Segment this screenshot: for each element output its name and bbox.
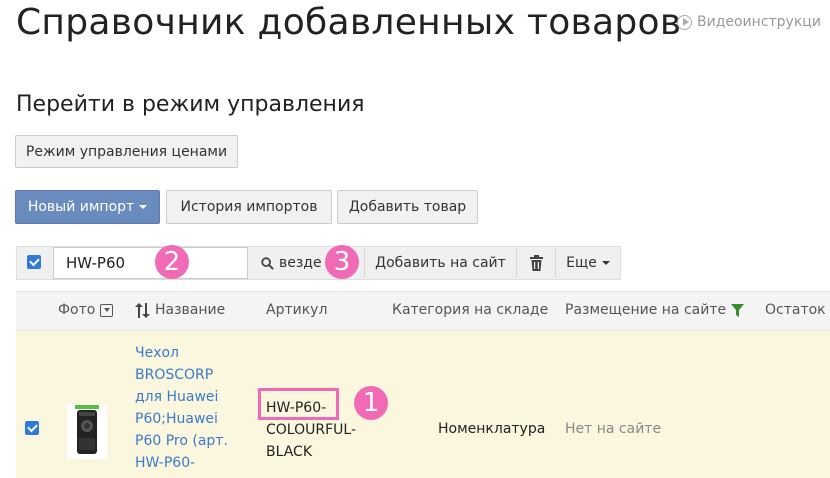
delete-button[interactable]	[517, 247, 555, 279]
sort-icon	[135, 302, 150, 318]
product-category: Номенклатура	[438, 421, 546, 437]
product-name-link[interactable]: Чехол BROSCORP для Huawei P60;Huawei P60…	[135, 342, 240, 474]
add-to-site-button[interactable]: Добавить на сайт	[365, 247, 516, 279]
new-import-label: Новый импорт	[27, 199, 135, 215]
annotation-badge-2: 2	[155, 245, 189, 279]
article-highlight-box	[258, 388, 339, 420]
video-instruction-link[interactable]: Видеоинструкци	[677, 14, 821, 30]
row-checkbox[interactable]	[25, 421, 39, 435]
column-header-name[interactable]: Название	[135, 302, 225, 318]
more-dropdown-button[interactable]: Еще	[556, 247, 620, 279]
page-title: Справочник добавленных товаров	[16, 2, 682, 43]
add-product-label: Добавить товар	[348, 199, 467, 215]
add-to-site-label: Добавить на сайт	[375, 255, 506, 271]
search-input[interactable]	[53, 247, 248, 279]
caret-down-icon	[139, 205, 148, 209]
article-line: COLOURFUL-	[266, 422, 356, 438]
price-management-mode-button[interactable]: Режим управления ценами	[15, 135, 238, 168]
search-scope-label: везде	[279, 255, 322, 271]
caret-down-icon	[601, 261, 610, 265]
trash-icon	[529, 255, 543, 271]
column-photo-label: Фото	[58, 302, 96, 318]
play-icon	[677, 14, 692, 30]
filter-icon[interactable]	[731, 303, 745, 317]
add-product-button[interactable]: Добавить товар	[337, 190, 478, 224]
import-history-button[interactable]: История импортов	[166, 190, 332, 224]
management-section-title: Перейти в режим управления	[16, 92, 365, 117]
column-name-label: Название	[155, 302, 226, 318]
price-management-mode-label: Режим управления ценами	[25, 143, 228, 160]
import-history-label: История импортов	[180, 199, 318, 215]
annotation-badge-1: 1	[354, 386, 388, 420]
column-header-photo[interactable]: Фото	[58, 302, 114, 318]
column-header-category[interactable]: Категория на складе	[392, 302, 548, 318]
article-line: BLACK	[266, 444, 313, 460]
column-placement-label: Размещение на сайте	[565, 302, 727, 318]
dropdown-toggle-icon[interactable]	[100, 303, 114, 317]
more-label: Еще	[566, 255, 597, 271]
select-all-checkbox[interactable]	[27, 255, 41, 269]
column-header-stock[interactable]: Остаток	[765, 302, 826, 318]
product-placement: Нет на сайте	[565, 421, 662, 437]
annotation-badge-3: 3	[325, 245, 359, 279]
column-header-placement[interactable]: Размещение на сайте	[565, 302, 745, 318]
video-link-label: Видеоинструкци	[697, 14, 821, 30]
column-header-article[interactable]: Артикул	[266, 302, 327, 318]
new-import-button[interactable]: Новый импорт	[15, 190, 160, 224]
product-thumbnail[interactable]	[67, 404, 107, 459]
phone-case-image	[75, 405, 99, 454]
search-icon	[261, 256, 274, 270]
